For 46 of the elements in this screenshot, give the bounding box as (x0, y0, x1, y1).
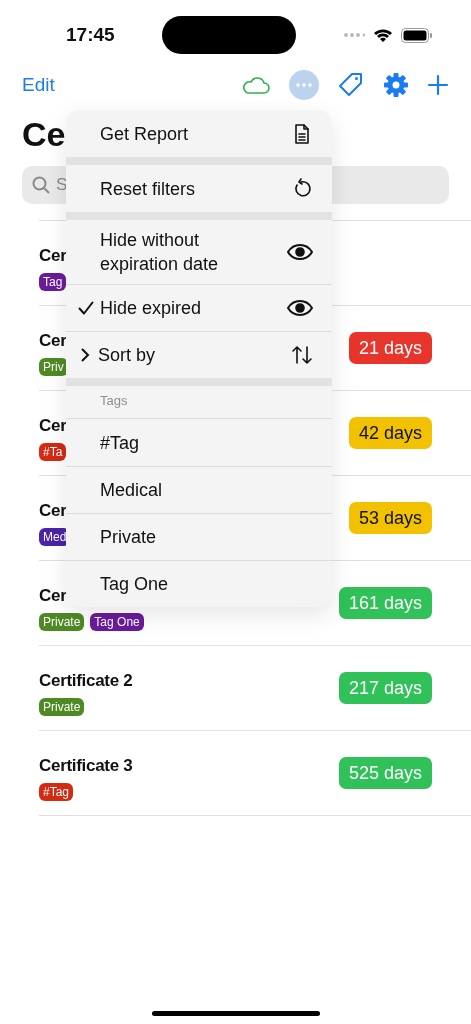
tag-label: Priv (39, 357, 68, 376)
tag-label: #Ta (39, 442, 67, 461)
menu-item[interactable]: Medical (66, 466, 332, 513)
menu-item[interactable]: Tag One (66, 560, 332, 607)
chevron-icon (80, 348, 90, 362)
menu-item[interactable]: #Tag (66, 419, 332, 466)
tag-icon[interactable] (337, 71, 365, 99)
days-badge: 42 days (348, 417, 432, 449)
menu-item[interactable]: Get Report (66, 110, 332, 157)
certificate-title: Certificate 2 (39, 670, 133, 693)
search-placeholder: S (56, 174, 68, 197)
signal-icon (343, 32, 365, 38)
menu-item[interactable]: Sort by (66, 331, 332, 378)
tag-label: Private (39, 697, 85, 716)
section-header: Tags (100, 391, 128, 410)
more-icon (296, 83, 312, 87)
sort-icon (290, 343, 314, 367)
tag-label: #Tag (39, 782, 74, 801)
certificate-title: Cer (39, 500, 67, 523)
menu-item[interactable]: Hide without expiration date (66, 220, 332, 284)
settings-icon[interactable] (383, 72, 409, 98)
add-icon[interactable] (427, 74, 449, 96)
search-icon (32, 176, 50, 194)
menu-item[interactable]: Hide expired (66, 284, 332, 331)
menu-item[interactable]: Private (66, 513, 332, 560)
edit-button[interactable]: Edit (22, 70, 55, 100)
wifi-icon (373, 27, 393, 43)
days-badge: 53 days (348, 502, 432, 534)
tag-label: Tag One (90, 612, 144, 631)
certificate-title: Certificate 3 (39, 755, 133, 778)
days-badge: 217 days (338, 672, 432, 704)
certificate-title: Cer (39, 330, 67, 353)
days-badge: 161 days (338, 587, 432, 619)
page-title: Ce (22, 113, 66, 155)
certificate-title: Cer (39, 415, 67, 438)
certificate-title: Cer (39, 245, 67, 268)
status-time: 17:45 (66, 22, 115, 47)
days-badge: 525 days (338, 757, 432, 789)
tag-label: Tag (39, 272, 67, 291)
menu-item[interactable]: Reset filters (66, 165, 332, 212)
days-badge: 21 days (348, 332, 432, 364)
battery-icon (401, 27, 433, 43)
checkmark-icon (78, 301, 94, 315)
tag-label: Private (39, 612, 85, 631)
certificate-title: Cer (39, 585, 67, 608)
cloud-icon[interactable] (241, 75, 271, 95)
